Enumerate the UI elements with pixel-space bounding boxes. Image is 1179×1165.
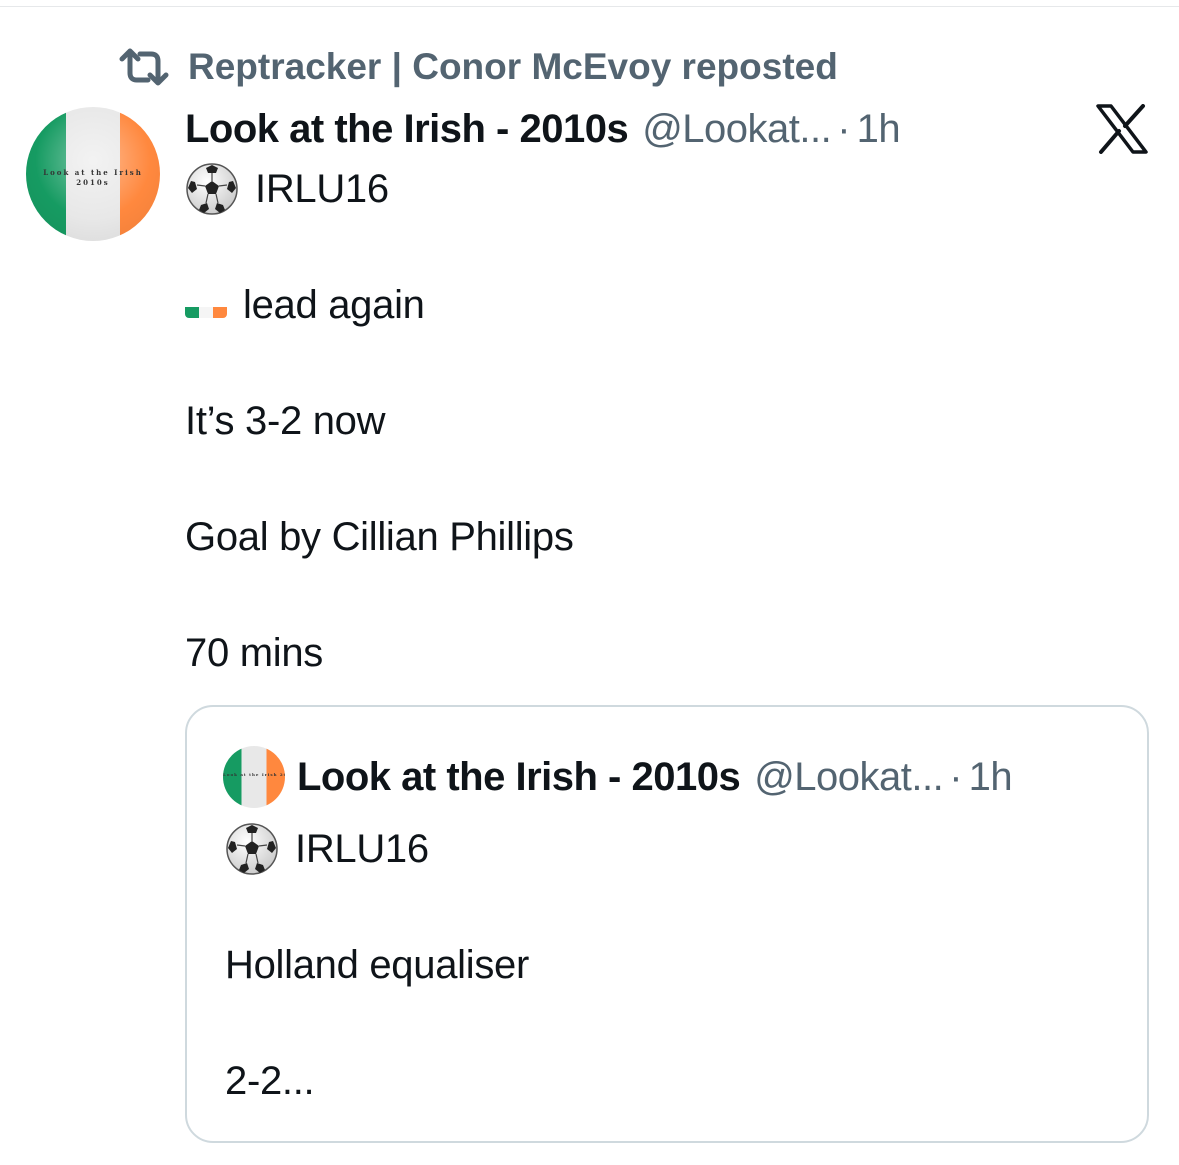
line-goal-scorer: Goal by Cillian Phillips: [185, 515, 574, 559]
author-display-name[interactable]: Look at the Irish - 2010s: [185, 107, 629, 152]
quoted-tweet-header: Look at the Irish 2010s Look at the Iris…: [223, 746, 1013, 808]
line-score: It’s 3-2 now: [185, 399, 386, 443]
quoted-tweet-text: IRLU16 Holland equaliser 2-2...: [225, 821, 1125, 1109]
quoted-hashtag-text: IRLU16: [295, 827, 429, 871]
quoted-tweet-timestamp[interactable]: 1h: [969, 755, 1013, 800]
quoted-author-handle[interactable]: @Lookat...: [754, 755, 944, 800]
line-minutes: 70 mins: [185, 631, 323, 675]
separator-dot: ·: [949, 754, 963, 799]
top-divider: [0, 6, 1179, 7]
avatar-text-line2: 2010s: [76, 178, 110, 187]
author-handle[interactable]: @Lookat...: [642, 107, 832, 152]
tweet-line-3: It’s 3-2 now: [185, 393, 1125, 449]
tweet-timestamp[interactable]: 1h: [857, 107, 901, 152]
tweet-line-4: Goal by Cillian Phillips: [185, 509, 1125, 565]
repost-indicator[interactable]: Reptracker | Conor McEvoy reposted: [118, 44, 838, 90]
tweet-line-2: lead again: [185, 277, 1125, 333]
tweet-text: IRLU16 lead again It’s 3-2 now Goal by C…: [185, 161, 1125, 681]
quoted-tweet-card[interactable]: Look at the Irish 2010s Look at the Iris…: [185, 705, 1149, 1143]
quoted-line-1: IRLU16: [225, 821, 1125, 877]
tweet-header: Look at the Irish - 2010s @Lookat... · 1…: [185, 104, 901, 154]
soccer-ball-icon: [226, 823, 278, 875]
quoted-line-score: 2-2...: [225, 1059, 315, 1103]
avatar[interactable]: Look at the Irish 2010s: [26, 107, 160, 241]
repost-label: Reptracker | Conor McEvoy reposted: [188, 46, 838, 87]
quoted-line-2: Holland equaliser: [225, 937, 1125, 993]
quoted-line-equaliser: Holland equaliser: [225, 943, 529, 987]
quoted-avatar-text: Look at the Irish 2010s: [223, 772, 285, 777]
ireland-flag-icon: [185, 292, 227, 318]
avatar-text-line1: Look at the Irish: [43, 168, 143, 177]
quoted-author-display-name[interactable]: Look at the Irish - 2010s: [297, 755, 741, 800]
tweet-line-1: IRLU16: [185, 161, 1125, 217]
hashtag-text: IRLU16: [255, 167, 389, 211]
repost-icon: [119, 48, 169, 86]
x-logo-icon: [1096, 104, 1148, 154]
tweet-line-5: 70 mins: [185, 625, 1125, 681]
quoted-avatar[interactable]: Look at the Irish 2010s: [223, 746, 285, 808]
quoted-line-3: 2-2...: [225, 1053, 1125, 1109]
ireland-flag-graphic: [185, 307, 227, 318]
line-lead-again: lead again: [243, 283, 425, 327]
soccer-ball-icon: [186, 163, 238, 215]
separator-dot: ·: [837, 106, 851, 151]
